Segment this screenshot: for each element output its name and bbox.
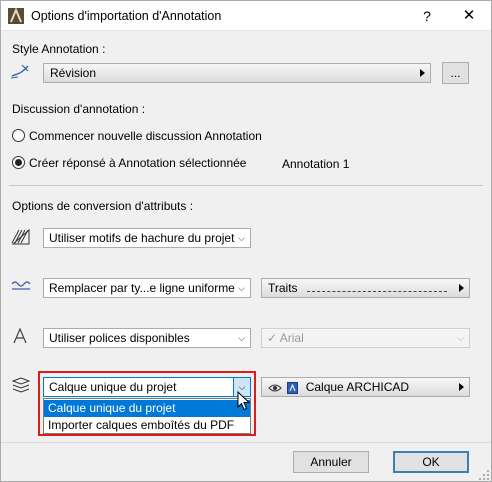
hatch-value: Utiliser motifs de hachure du projet (49, 231, 235, 245)
layer-lock-icon (287, 381, 299, 394)
dialog-window: Options d'importation d'Annotation ? ✕ S… (0, 0, 492, 482)
eye-icon (268, 383, 282, 393)
help-button[interactable]: ? (410, 4, 444, 28)
style-annotation-popup[interactable]: Révision (43, 63, 431, 83)
radio-new-discussion[interactable] (12, 129, 25, 142)
ok-button[interactable]: OK (393, 451, 469, 473)
font-icon (12, 328, 28, 344)
pen-icon (10, 63, 30, 79)
footer-separator (1, 442, 491, 443)
separator (9, 185, 483, 186)
close-button[interactable]: ✕ (452, 4, 486, 28)
cancel-button[interactable]: Annuler (293, 451, 369, 473)
line-value: Remplacer par ty...e ligne uniforme (49, 281, 235, 295)
font-combo[interactable]: Utiliser polices disponibles ⌵ (43, 328, 251, 348)
line-type-popup[interactable]: Traits (261, 278, 470, 298)
conversion-label: Options de conversion d'attributs : (12, 199, 194, 213)
style-annotation-value: Révision (50, 66, 97, 80)
submenu-arrow-icon (459, 383, 464, 391)
mouse-cursor-icon (237, 391, 251, 411)
radio-reply-discussion[interactable] (12, 156, 25, 169)
dashed-line-preview (307, 291, 447, 292)
line-type-value: Traits (268, 281, 298, 295)
line-combo[interactable]: Remplacer par ty...e ligne uniforme ⌵ (43, 278, 251, 298)
highlight-frame (38, 371, 256, 436)
font-name-combo: ✓ Arial ⌵ (261, 328, 470, 348)
reply-discussion-label: Créer réponsé à Annotation sélectionnée (29, 156, 247, 170)
resize-grip-icon[interactable] (478, 469, 490, 481)
annotation-name: Annotation 1 (282, 157, 350, 171)
layer-target-popup[interactable]: Calque ARCHICAD (261, 377, 470, 397)
archicad-app-icon (8, 8, 24, 24)
checkmark-icon: ✓ (267, 331, 278, 345)
submenu-arrow-icon (420, 69, 425, 77)
font-name-value: Arial (279, 331, 304, 345)
discussion-label: Discussion d'annotation : (12, 102, 146, 116)
style-annotation-label: Style Annotation : (12, 42, 106, 56)
title-bar: Options d'importation d'Annotation ? ✕ (1, 1, 491, 31)
submenu-arrow-icon (459, 284, 464, 292)
font-value: Utiliser polices disponibles (49, 331, 190, 345)
chevron-down-icon: ⌵ (238, 283, 245, 293)
new-discussion-label: Commencer nouvelle discussion Annotation (29, 129, 262, 143)
chevron-down-icon: ⌵ (238, 333, 245, 343)
layers-icon (11, 377, 31, 395)
browse-style-button[interactable]: ... (442, 62, 469, 84)
window-title: Options d'importation d'Annotation (31, 9, 222, 23)
hatch-icon (11, 228, 31, 246)
line-type-icon (11, 279, 31, 293)
chevron-down-icon: ⌵ (457, 333, 464, 343)
hatch-combo[interactable]: Utiliser motifs de hachure du projet ⌵ (43, 228, 251, 248)
chevron-down-icon: ⌵ (238, 233, 245, 243)
layer-target-value: Calque ARCHICAD (305, 380, 410, 394)
